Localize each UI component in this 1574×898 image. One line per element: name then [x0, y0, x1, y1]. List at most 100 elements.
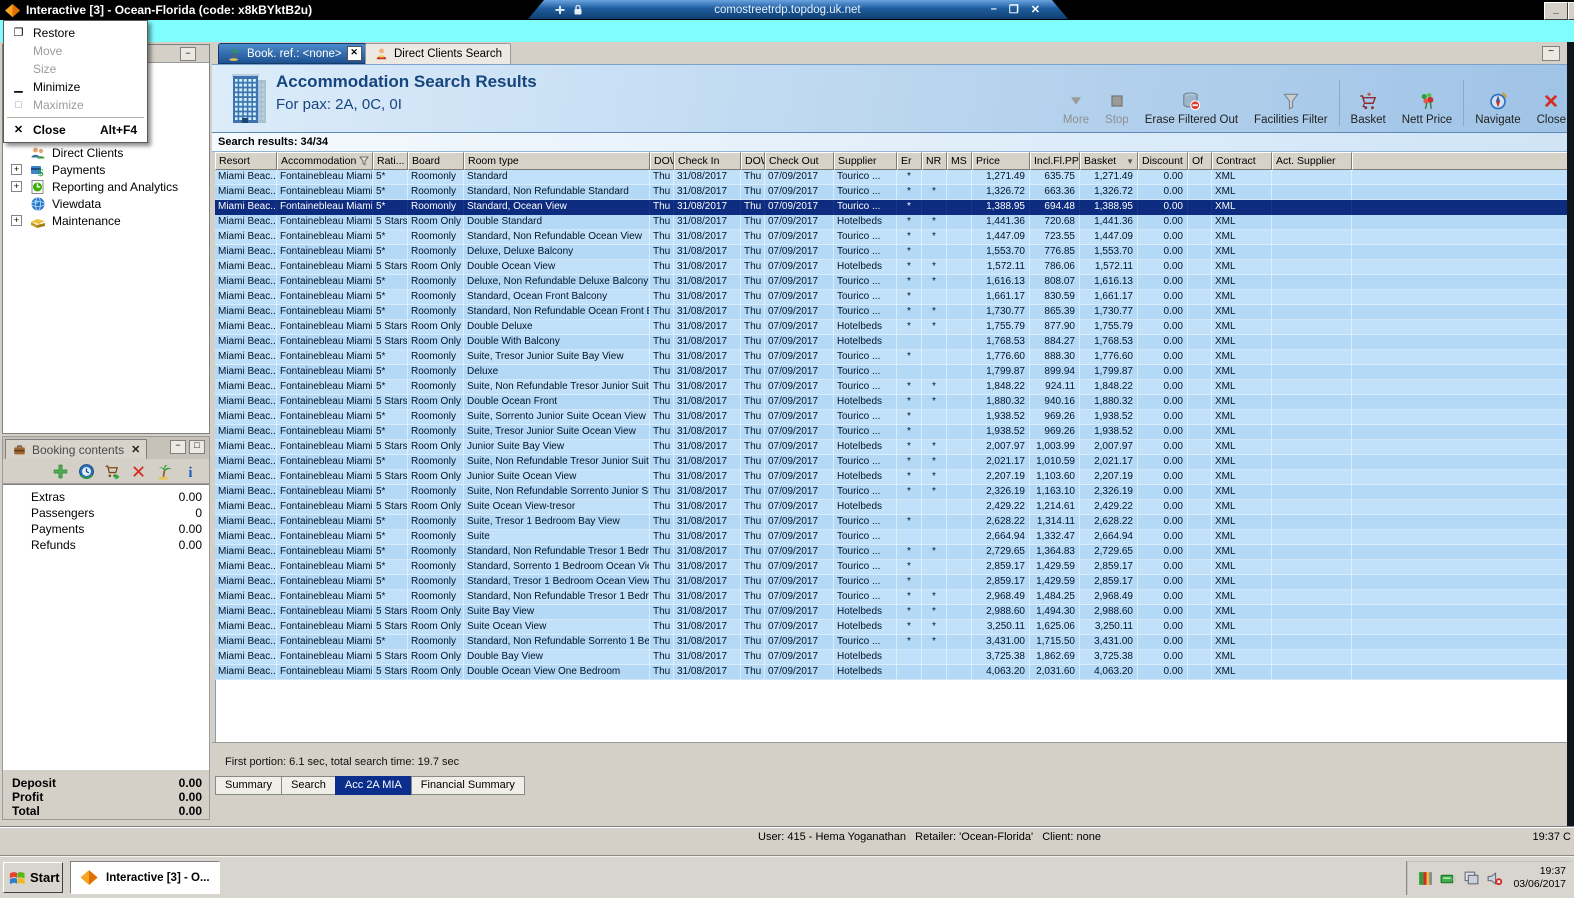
- tabstrip-minimize-button[interactable]: −: [1542, 46, 1560, 61]
- booking-minimize-button[interactable]: −: [170, 440, 186, 454]
- table-row[interactable]: Miami Beac...Fontainebleau Miami ...5 St…: [215, 260, 1567, 275]
- toolbar-button-navigate[interactable]: Navigate: [1467, 91, 1528, 128]
- table-row[interactable]: Miami Beac...Fontainebleau Miami ...5*Ro…: [215, 485, 1567, 500]
- filter-funnel-icon[interactable]: [359, 156, 369, 166]
- sidebar-item-reporting-and-analytics[interactable]: + Reporting and Analytics: [3, 178, 209, 195]
- menu-item-restore[interactable]: ❐ Restore: [4, 24, 147, 42]
- tab-close-icon[interactable]: ✕: [346, 46, 362, 61]
- table-row[interactable]: Miami Beac...Fontainebleau Miami ...5*Ro…: [215, 560, 1567, 575]
- column-header-rating[interactable]: Rati...: [373, 152, 408, 170]
- table-row[interactable]: Miami Beac...Fontainebleau Miami ...5 St…: [215, 440, 1567, 455]
- sidebar-collapse-button[interactable]: −: [180, 47, 196, 61]
- booking-row-passengers[interactable]: Passengers 0: [3, 505, 209, 521]
- table-row[interactable]: Miami Beac...Fontainebleau Miami ...5*Ro…: [215, 635, 1567, 650]
- booking-row-payments[interactable]: Payments 0.00: [3, 521, 209, 537]
- add-icon[interactable]: [52, 463, 69, 480]
- table-row[interactable]: Miami Beac...Fontainebleau Miami ...5*Ro…: [215, 200, 1567, 215]
- table-row[interactable]: Miami Beac...Fontainebleau Miami ...5 St…: [215, 395, 1567, 410]
- table-row[interactable]: Miami Beac...Fontainebleau Miami ...5*Ro…: [215, 455, 1567, 470]
- toolbar-button-more[interactable]: More: [1055, 91, 1097, 128]
- table-row[interactable]: Miami Beac...Fontainebleau Miami ...5 St…: [215, 470, 1567, 485]
- table-row[interactable]: Miami Beac...Fontainebleau Miami ...5*Ro…: [215, 365, 1567, 380]
- sidebar-item-viewdata[interactable]: Viewdata: [3, 195, 209, 212]
- table-row[interactable]: Miami Beac...Fontainebleau Miami ...5*Ro…: [215, 290, 1567, 305]
- table-row[interactable]: Miami Beac...Fontainebleau Miami ...5*Ro…: [215, 185, 1567, 200]
- expand-icon[interactable]: +: [11, 181, 22, 192]
- column-header-supplier[interactable]: Supplier: [834, 152, 897, 170]
- table-row[interactable]: Miami Beac...Fontainebleau Miami ...5*Ro…: [215, 410, 1567, 425]
- menu-item-close[interactable]: ✕ Close Alt+F4: [4, 121, 147, 139]
- column-header-board[interactable]: Board: [408, 152, 464, 170]
- column-header-ms[interactable]: MS: [947, 152, 972, 170]
- booking-row-extras[interactable]: Extras 0.00: [3, 489, 209, 505]
- column-header-contract[interactable]: Contract: [1212, 152, 1272, 170]
- tray-app-icon[interactable]: [1417, 870, 1434, 887]
- table-row[interactable]: Miami Beac...Fontainebleau Miami ...5 St…: [215, 320, 1567, 335]
- cart-export-icon[interactable]: [104, 463, 121, 480]
- column-header-of[interactable]: Of: [1188, 152, 1212, 170]
- menu-item-minimize[interactable]: ▁ Minimize: [4, 78, 147, 96]
- window-restore-button[interactable]: ❐: [1568, 2, 1574, 20]
- table-row[interactable]: Miami Beac...Fontainebleau Miami ...5 St…: [215, 665, 1567, 680]
- menu-item-move[interactable]: Move: [4, 42, 147, 60]
- table-row[interactable]: Miami Beac...Fontainebleau Miami ...5*Ro…: [215, 545, 1567, 560]
- menu-item-size[interactable]: Size: [4, 60, 147, 78]
- tab-book-ref-none[interactable]: Book. ref.: <none> ✕: [218, 43, 371, 64]
- column-header-nr[interactable]: NR: [922, 152, 947, 170]
- rdp-restore-button[interactable]: ❐: [1009, 3, 1019, 16]
- column-header-check-in[interactable]: Check In: [674, 152, 741, 170]
- table-row[interactable]: Miami Beac...Fontainebleau Miami ...5*Ro…: [215, 380, 1567, 395]
- sidebar-item-direct-clients[interactable]: Direct Clients: [3, 144, 209, 161]
- rdp-close-button[interactable]: ✕: [1031, 3, 1040, 16]
- column-header-incl-fl-pp[interactable]: Incl.Fl.PP: [1030, 152, 1080, 170]
- column-header-check-out[interactable]: Check Out: [765, 152, 834, 170]
- column-header-er[interactable]: Er: [897, 152, 922, 170]
- rdp-minimize-button[interactable]: –: [991, 3, 997, 16]
- info-icon[interactable]: i: [182, 463, 199, 480]
- column-header-accommodation[interactable]: Accommodation: [277, 152, 373, 170]
- tray-mute-icon[interactable]: [1486, 870, 1503, 887]
- toolbar-button-erase-filtered-out[interactable]: Erase Filtered Out: [1137, 91, 1246, 128]
- palm-icon[interactable]: [156, 463, 173, 480]
- table-row[interactable]: Miami Beac...Fontainebleau Miami ...5*Ro…: [215, 245, 1567, 260]
- toolbar-button-facilities-filter[interactable]: Facilities Filter: [1246, 91, 1335, 128]
- toolbar-button-stop[interactable]: Stop: [1097, 91, 1137, 128]
- tab-direct-clients-search[interactable]: Direct Clients Search: [365, 43, 512, 64]
- toolbar-button-basket[interactable]: Basket: [1343, 91, 1394, 128]
- delete-icon[interactable]: [130, 463, 147, 480]
- toolbar-button-nett-price[interactable]: Nett Price: [1394, 91, 1461, 128]
- table-row[interactable]: Miami Beac...Fontainebleau Miami ...5*Ro…: [215, 530, 1567, 545]
- window-minimize-button[interactable]: _: [1544, 2, 1568, 20]
- table-row[interactable]: Miami Beac...Fontainebleau Miami ...5 St…: [215, 650, 1567, 665]
- column-header-discount[interactable]: Discount: [1138, 152, 1188, 170]
- table-row[interactable]: Miami Beac...Fontainebleau Miami ...5 St…: [215, 215, 1567, 230]
- tray-network-icon[interactable]: [1440, 870, 1457, 887]
- booking-maximize-button[interactable]: □: [189, 440, 205, 454]
- pin-icon[interactable]: [554, 4, 566, 16]
- column-header-room-type[interactable]: Room type: [464, 152, 650, 170]
- sidebar-item-payments[interactable]: + $ Payments: [3, 161, 209, 179]
- column-header-act-supplier[interactable]: Act. Supplier: [1272, 152, 1352, 170]
- table-row[interactable]: Miami Beac...Fontainebleau Miami ...5*Ro…: [215, 575, 1567, 590]
- table-row[interactable]: Miami Beac...Fontainebleau Miami ...5 St…: [215, 620, 1567, 635]
- table-row[interactable]: Miami Beac...Fontainebleau Miami ...5*Ro…: [215, 350, 1567, 365]
- booking-contents-tab[interactable]: Booking contents ✕: [5, 439, 148, 459]
- tray-computer-icon[interactable]: [1463, 870, 1480, 887]
- menu-item-maximize[interactable]: □ Maximize: [4, 96, 147, 114]
- start-button[interactable]: Start: [3, 862, 63, 893]
- table-row[interactable]: Miami Beac...Fontainebleau Miami ...5*Ro…: [215, 425, 1567, 440]
- booking-row-refunds[interactable]: Refunds 0.00: [3, 537, 209, 553]
- table-row[interactable]: Miami Beac...Fontainebleau Miami ...5*Ro…: [215, 590, 1567, 605]
- table-row[interactable]: Miami Beac...Fontainebleau Miami ...5*Ro…: [215, 170, 1567, 185]
- expand-icon[interactable]: +: [11, 164, 22, 175]
- booking-tab-close-icon[interactable]: ✕: [131, 443, 140, 456]
- table-row[interactable]: Miami Beac...Fontainebleau Miami ...5*Ro…: [215, 515, 1567, 530]
- world-clock-icon[interactable]: [78, 463, 95, 480]
- column-header-resort[interactable]: Resort: [215, 152, 277, 170]
- table-row[interactable]: Miami Beac...Fontainebleau Miami ...5 St…: [215, 500, 1567, 515]
- table-row[interactable]: Miami Beac...Fontainebleau Miami ...5 St…: [215, 335, 1567, 350]
- footer-tab-acc-2a-mia[interactable]: Acc 2A MIA: [334, 776, 412, 795]
- expand-icon[interactable]: +: [11, 215, 22, 226]
- table-row[interactable]: Miami Beac...Fontainebleau Miami ...5 St…: [215, 605, 1567, 620]
- column-header-dow-in[interactable]: DOW: [650, 152, 674, 170]
